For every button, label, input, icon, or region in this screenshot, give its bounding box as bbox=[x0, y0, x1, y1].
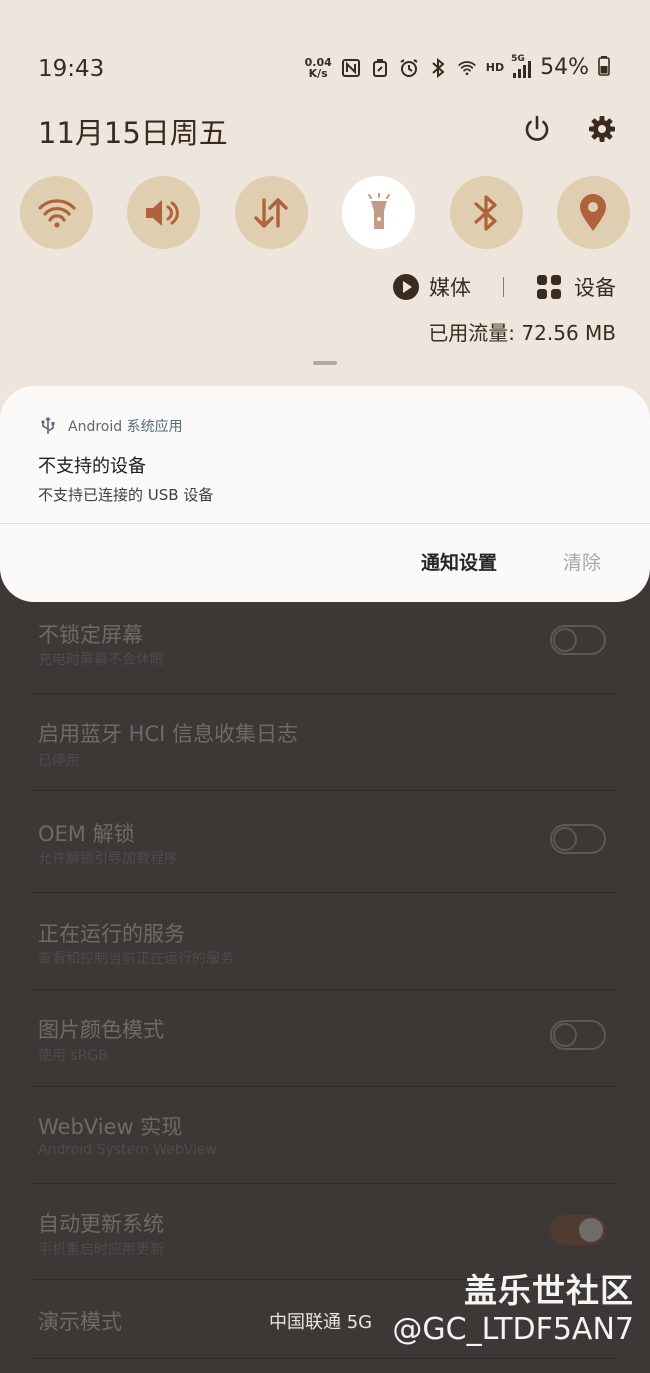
divider bbox=[503, 277, 504, 297]
notification-card[interactable]: Android 系统应用 不支持的设备 不支持已连接的 USB 设备 通知设置 … bbox=[0, 386, 650, 602]
setting-title: WebView 实现 bbox=[38, 1115, 183, 1139]
bluetooth-icon bbox=[474, 194, 497, 231]
stay-awake-toggle[interactable] bbox=[550, 625, 606, 655]
setting-row-webview[interactable]: WebView 实现 Android System WebView bbox=[32, 1087, 618, 1184]
setting-row-stay-awake[interactable]: 不锁定屏幕 充电时屏幕不会休眠 bbox=[32, 602, 618, 694]
network-type: 5G bbox=[511, 53, 525, 64]
watermark-title: 盖乐世社区 bbox=[464, 1271, 634, 1310]
setting-title: OEM 解锁 bbox=[38, 822, 135, 846]
setting-row-bluetooth-hci-log[interactable]: 启用蓝牙 HCI 信息收集日志 已停用 bbox=[32, 694, 618, 791]
notification-text: 不支持已连接的 USB 设备 bbox=[38, 486, 214, 504]
media-label: 媒体 bbox=[429, 276, 471, 300]
status-icons: 0.04 K/s HD 5G 54% bbox=[304, 54, 610, 80]
play-icon bbox=[393, 274, 419, 300]
setting-subtitle: 查看和控制当前正在运行的服务 bbox=[38, 951, 234, 967]
battery-saver-icon bbox=[370, 58, 390, 78]
setting-subtitle: 已停用 bbox=[38, 753, 80, 769]
bluetooth-status-icon bbox=[428, 57, 448, 78]
flashlight-tile[interactable] bbox=[342, 176, 416, 249]
oem-unlock-toggle[interactable] bbox=[550, 824, 606, 854]
signal-icon: 5G bbox=[511, 54, 532, 78]
location-tile[interactable] bbox=[556, 176, 630, 249]
media-devices-row: 媒体 设备 bbox=[393, 272, 616, 302]
date-label: 11月15日周五 bbox=[38, 116, 228, 150]
notification-body[interactable]: Android 系统应用 不支持的设备 不支持已连接的 USB 设备 bbox=[0, 386, 650, 523]
setting-title: 演示模式 bbox=[38, 1310, 122, 1334]
quick-settings-tiles bbox=[20, 176, 630, 249]
location-icon bbox=[580, 193, 607, 231]
nfc-icon bbox=[341, 58, 361, 78]
flashlight-icon bbox=[367, 192, 390, 229]
setting-subtitle: 使用 sRGB bbox=[38, 1048, 108, 1064]
setting-subtitle: 手机重启时应用更新 bbox=[38, 1242, 164, 1258]
mobile-data-icon bbox=[254, 197, 288, 228]
wifi-icon bbox=[37, 198, 76, 228]
auto-update-toggle[interactable] bbox=[550, 1215, 606, 1245]
notification-app-name: Android 系统应用 bbox=[68, 419, 183, 435]
battery-icon bbox=[598, 55, 610, 80]
setting-title: 正在运行的服务 bbox=[38, 922, 185, 946]
power-icon bbox=[525, 115, 549, 141]
battery-percent: 54% bbox=[540, 55, 589, 80]
alarm-icon bbox=[399, 58, 419, 78]
hd-label: HD bbox=[485, 61, 505, 74]
media-button[interactable]: 媒体 bbox=[393, 272, 471, 302]
status-time: 19:43 bbox=[38, 56, 105, 82]
net-speed: 0.04 K/s bbox=[304, 55, 332, 80]
watermark-handle: @GC_LTDF5AN7 bbox=[392, 1312, 634, 1347]
picture-color-toggle[interactable] bbox=[550, 1020, 606, 1050]
setting-row-running-services[interactable]: 正在运行的服务 查看和控制当前正在运行的服务 bbox=[32, 893, 618, 990]
setting-row-picture-color-mode[interactable]: 图片颜色模式 使用 sRGB bbox=[32, 990, 618, 1087]
wifi-tile[interactable] bbox=[20, 176, 93, 249]
setting-row-oem-unlock[interactable]: OEM 解锁 允许解锁引导加载程序 bbox=[32, 791, 618, 893]
data-usage: 已用流量: 72.56 MB bbox=[428, 321, 616, 345]
settings-button[interactable] bbox=[583, 110, 621, 148]
notification-settings-button[interactable]: 通知设置 bbox=[421, 548, 497, 575]
usb-icon bbox=[41, 417, 55, 434]
setting-subtitle: 充电时屏幕不会休眠 bbox=[38, 652, 164, 668]
sound-tile[interactable] bbox=[127, 176, 201, 249]
drag-handle[interactable] bbox=[313, 361, 337, 365]
setting-subtitle: Android System WebView bbox=[38, 1142, 217, 1158]
setting-title: 自动更新系统 bbox=[38, 1212, 164, 1236]
devices-icon bbox=[537, 275, 561, 299]
carrier-label: 中国联通 5G bbox=[269, 1312, 373, 1333]
bluetooth-tile[interactable] bbox=[449, 176, 523, 249]
setting-title: 不锁定屏幕 bbox=[38, 623, 143, 647]
mobile-data-tile[interactable] bbox=[234, 176, 308, 249]
clear-button[interactable]: 清除 bbox=[563, 548, 601, 575]
power-button[interactable] bbox=[518, 110, 556, 148]
gear-icon bbox=[589, 116, 615, 142]
setting-title: 启用蓝牙 HCI 信息收集日志 bbox=[38, 722, 298, 746]
setting-title: 图片颜色模式 bbox=[38, 1018, 164, 1042]
notification-app-row: Android 系统应用 bbox=[40, 416, 183, 436]
sound-icon bbox=[145, 199, 179, 226]
devices-label: 设备 bbox=[574, 276, 616, 300]
devices-button[interactable]: 设备 bbox=[536, 272, 616, 302]
notification-title: 不支持的设备 bbox=[38, 456, 146, 477]
wifi-status-icon bbox=[457, 58, 477, 78]
setting-subtitle: 允许解锁引导加载程序 bbox=[38, 851, 178, 867]
notification-divider bbox=[0, 523, 650, 524]
